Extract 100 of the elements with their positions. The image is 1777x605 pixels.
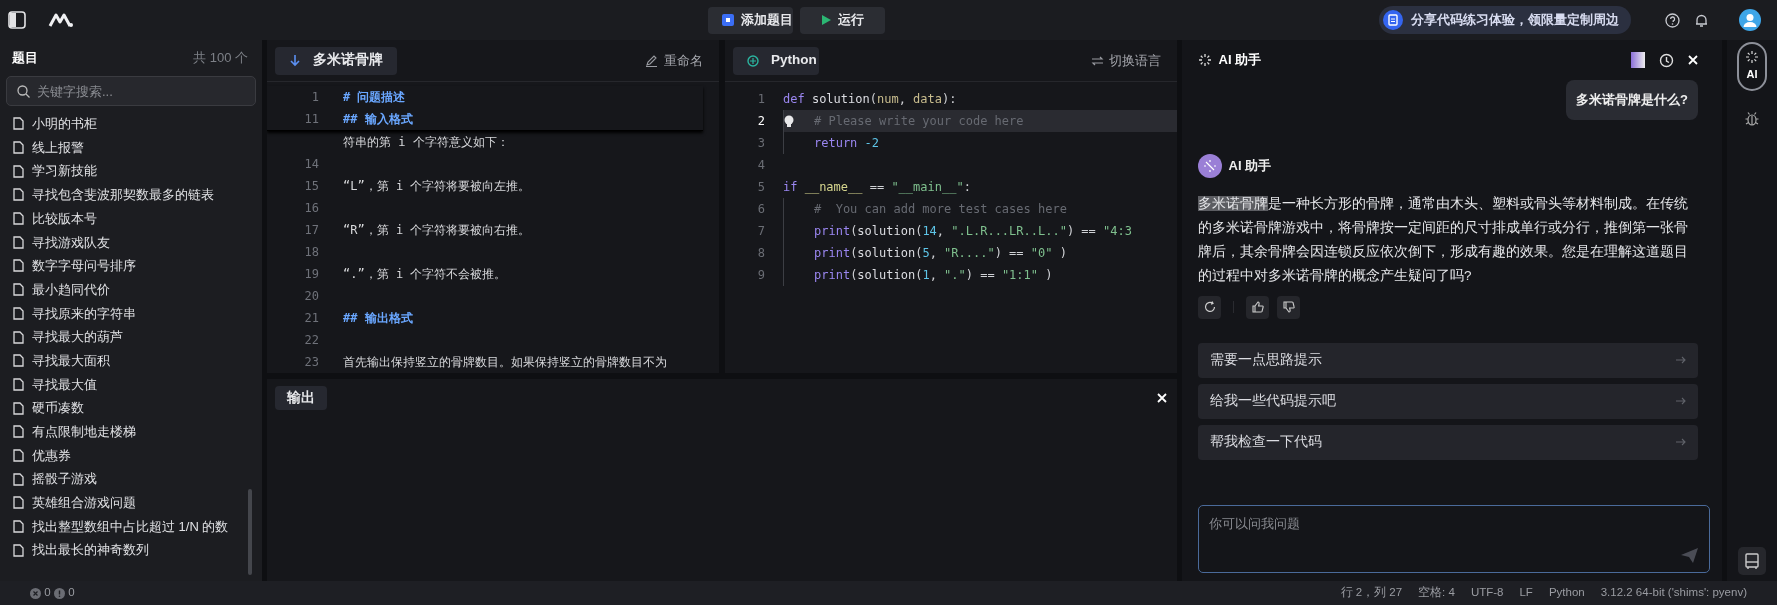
code-line: print(solution(14, ".L.R...LR..L..") == "4:3 <box>814 223 1132 240</box>
file-icon <box>13 448 24 462</box>
promo-banner[interactable]: 分享代码练习体验，领限量定制周边 <box>1379 6 1631 34</box>
problem-item[interactable]: 找出最长的神奇数列 <box>0 538 262 563</box>
line-number: 3 <box>756 135 766 152</box>
problem-item[interactable]: 数字字母问号排序 <box>0 254 262 278</box>
language-tab[interactable]: Python <box>733 46 819 75</box>
line-number: 22 <box>303 332 319 349</box>
code-line: “R”，第 i 个字符将要被向右推。 <box>342 222 531 239</box>
problem-item[interactable]: 优惠券 <box>0 443 262 468</box>
warning-icon <box>53 587 65 599</box>
code-line: def solution(num, data): <box>783 91 957 108</box>
status-item[interactable]: 3.12.2 64-bit ('shims': pyenv) <box>1600 584 1747 602</box>
line-number: 15 <box>303 178 319 195</box>
swap-icon <box>1091 55 1104 66</box>
refresh-icon <box>1203 301 1216 313</box>
code-line: “L”，第 i 个字符将要被向左推。 <box>342 178 531 195</box>
line-number: 17 <box>303 222 319 239</box>
lightbulb-icon <box>784 114 794 128</box>
problem-item[interactable]: 有点限制地走楼梯 <box>0 419 262 444</box>
line-number: 14 <box>303 156 319 173</box>
avatar-icon[interactable] <box>1739 9 1761 31</box>
problem-item[interactable]: 线上报警 <box>0 135 262 160</box>
output-tab[interactable]: 输出 <box>275 386 327 410</box>
problem-item[interactable]: 寻找最大的葫芦 <box>0 325 262 349</box>
problem-item[interactable]: 摇骰子游戏 <box>0 467 262 491</box>
file-icon <box>13 543 24 557</box>
problem-item[interactable]: 小明的书柜 <box>0 112 262 136</box>
ai-tab[interactable]: AI <box>1737 42 1767 91</box>
file-icon <box>13 235 24 249</box>
problem-item[interactable]: 学习新技能 <box>0 159 262 184</box>
like-button[interactable] <box>1246 295 1269 319</box>
file-icon <box>13 306 24 320</box>
run-button[interactable]: 运行 <box>799 6 885 34</box>
switch-language-button[interactable]: 切换语言 <box>1091 50 1169 71</box>
suggestion-button[interactable]: 需要一点思路提示 <box>1198 342 1698 378</box>
problem-count: 共 100 个 <box>193 49 248 68</box>
line-number: 6 <box>756 201 766 218</box>
line-number: 9 <box>756 267 766 284</box>
problem-item[interactable]: 寻找最大面积 <box>0 348 262 373</box>
problem-item[interactable]: 硬币凑数 <box>0 396 262 420</box>
code-line: return -2 <box>814 135 880 152</box>
code-line: 首先输出保持竖立的骨牌数目。如果保持竖立的骨牌数目不为 <box>342 354 667 371</box>
status-item[interactable]: UTF-8 <box>1470 584 1504 602</box>
file-icon <box>13 354 24 368</box>
bell-icon[interactable] <box>1694 12 1709 28</box>
suggestion-button[interactable]: 帮我检查一下代码 <box>1198 424 1698 460</box>
problem-item[interactable]: 寻找包含斐波那契数最多的链表 <box>0 183 262 207</box>
chat-input[interactable]: 你可以问我问题 <box>1198 505 1710 573</box>
add-icon <box>722 14 735 26</box>
problem-item[interactable]: 最小趋同代价 <box>0 277 262 302</box>
code-line: ## 输入格式 <box>342 111 413 128</box>
suggestion-button[interactable]: 给我一些代码提示吧 <box>1198 383 1698 419</box>
line-number: 8 <box>756 245 766 262</box>
assistant-avatar-icon <box>1198 153 1222 178</box>
problem-item[interactable]: 寻找原来的字符串 <box>0 301 262 326</box>
sparkle-icon <box>1745 50 1759 64</box>
dislike-button[interactable] <box>1277 295 1300 319</box>
regenerate-button[interactable] <box>1198 295 1221 319</box>
gradient-icon[interactable] <box>1631 52 1645 68</box>
sidebar-title: 题目 <box>12 49 38 68</box>
file-icon <box>13 283 24 297</box>
code-line: 符串的第 i 个字符意义如下： <box>342 134 509 151</box>
problem-tab[interactable]: 多米诺骨牌 <box>275 46 397 75</box>
code-line: if __name__ == "__main__": <box>783 179 971 196</box>
problem-item[interactable]: 比较版本号 <box>0 206 262 231</box>
logo-icon[interactable] <box>48 12 74 28</box>
status-item[interactable]: 行 2，列 27 <box>1340 584 1403 602</box>
terminal-icon[interactable] <box>1738 547 1766 575</box>
line-number: 20 <box>303 288 319 305</box>
history-icon[interactable] <box>1659 52 1674 68</box>
help-icon[interactable] <box>1665 12 1680 28</box>
error-icon <box>30 587 41 599</box>
file-icon <box>13 188 24 202</box>
status-item[interactable]: 空格: 4 <box>1418 584 1455 602</box>
line-number: 11 <box>303 111 319 128</box>
problem-item[interactable]: 寻找最大值 <box>0 372 262 397</box>
scrollbar-thumb[interactable] <box>248 489 252 575</box>
line-number: 4 <box>756 157 766 174</box>
arrow-right-icon <box>1676 438 1686 446</box>
assistant-name: AI 助手 <box>1228 156 1272 175</box>
problem-item[interactable]: 寻找游戏队友 <box>0 230 262 255</box>
thumbs-down-icon <box>1282 301 1295 313</box>
problem-item[interactable]: 英雄组合游戏问题 <box>0 491 262 515</box>
search-field[interactable]: 关键字搜索... <box>6 76 256 106</box>
sidebar-toggle-icon[interactable] <box>8 11 26 29</box>
close-icon[interactable] <box>1157 393 1167 403</box>
code-line: print(solution(1, ".") == "1:1" ) <box>814 267 1053 284</box>
python-icon <box>747 54 759 67</box>
rename-button[interactable]: 重命名 <box>645 50 711 71</box>
line-number: 19 <box>303 266 319 283</box>
line-number: 16 <box>303 200 319 217</box>
problem-item[interactable]: 找出整型数组中占比超过 1/N 的数 <box>0 514 262 539</box>
file-icon <box>13 425 24 439</box>
add-problem-button[interactable]: 添加题目 <box>708 6 794 34</box>
status-item[interactable]: Python <box>1548 584 1585 602</box>
sparkle-icon <box>1198 53 1212 67</box>
code-line: # Please write your code here <box>814 113 1024 130</box>
close-icon[interactable] <box>1688 55 1698 65</box>
status-item[interactable]: LF <box>1519 584 1533 602</box>
